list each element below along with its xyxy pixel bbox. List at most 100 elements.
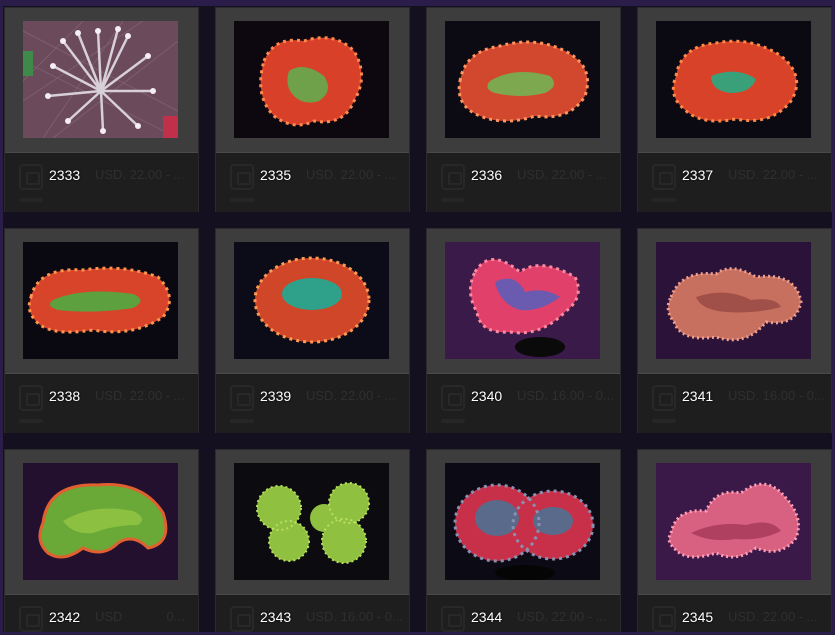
divider [652,419,676,423]
cart-icon[interactable] [652,164,676,190]
cart-icon[interactable] [652,385,676,411]
product-photo[interactable] [234,242,389,359]
lot-number: 2343 [260,609,292,625]
card-info: 2333 USD. 22.00 - ... [5,154,198,212]
divider [230,419,254,423]
product-card[interactable]: 2343 USD. 16.00 - 0... [215,449,410,635]
cart-icon[interactable] [230,164,254,190]
divider [230,198,254,202]
card-info: 2344 USD. 22.00 - ... [427,596,620,635]
thumbnail-frame [638,229,831,374]
torch-coral-photo [23,21,178,138]
cart-icon[interactable] [19,606,43,632]
lot-number: 2338 [49,388,81,404]
product-photo[interactable] [23,463,178,580]
price-label: USD. 16.00 - 0... [728,388,825,403]
product-card[interactable]: 2337 USD. 22.00 - ... [637,7,832,212]
thumbnail-frame [427,229,620,374]
lot-number: 2341 [682,388,714,404]
price-label: USD. 22.00 - ... [517,167,607,182]
product-photo[interactable] [656,242,811,359]
product-photo[interactable] [656,463,811,580]
product-photo[interactable] [234,21,389,138]
product-photo[interactable] [23,242,178,359]
rainbow-brain-coral-photo [445,463,600,580]
cart-icon[interactable] [19,385,43,411]
cart-icon[interactable] [230,606,254,632]
lot-number: 2340 [471,388,503,404]
thumbnail-frame [216,229,409,374]
card-info: 2337 USD. 22.00 - ... [638,154,831,212]
price-label: USD. 22.00 - ... [95,167,185,182]
price-label: USD. 22.00 - ... [728,167,818,182]
lot-number: 2333 [49,167,81,183]
product-photo[interactable] [656,21,811,138]
thumbnail-frame [5,8,198,153]
cart-icon[interactable] [19,164,43,190]
price-label: USD. 16.00 - 0... [306,609,403,624]
lot-number: 2339 [260,388,292,404]
red-brain-coral-photo [445,21,600,138]
cart-icon[interactable] [441,385,465,411]
card-info: 2345 USD. 22.00 - ... [638,596,831,635]
thumbnail-frame [5,229,198,374]
product-card[interactable]: 2333 USD. 22.00 - ... [4,7,199,212]
lot-number: 2344 [471,609,503,625]
green-brain-coral-photo [23,463,178,580]
divider [19,198,43,202]
thumbnail-frame [638,450,831,595]
product-card[interactable]: 2341 USD. 16.00 - 0... [637,228,832,433]
product-photo[interactable] [445,463,600,580]
card-info: 2342 USD 0... [5,596,198,635]
card-info: 2339 USD. 22.00 - ... [216,375,409,433]
price-label: USD. 22.00 - ... [306,388,396,403]
product-card[interactable]: 2342 USD 0... [4,449,199,635]
price-label: USD. 22.00 - ... [517,609,607,624]
thumbnail-frame [216,450,409,595]
product-card[interactable]: 2338 USD. 22.00 - ... [4,228,199,433]
lot-number: 2336 [471,167,503,183]
product-photo[interactable] [23,21,178,138]
red-brain-coral-photo [234,21,389,138]
product-photo[interactable] [234,463,389,580]
divider [441,198,465,202]
thumbnail-frame [427,8,620,153]
card-info: 2340 USD. 16.00 - 0... [427,375,620,433]
thumbnail-frame [427,450,620,595]
divider [19,419,43,423]
divider [441,419,465,423]
product-card[interactable]: 2340 USD. 16.00 - 0... [426,228,621,433]
product-photo[interactable] [445,21,600,138]
cart-icon[interactable] [230,385,254,411]
green-brain-coral-photo [234,463,389,580]
lot-number: 2342 [49,609,81,625]
price-label: USD. 22.00 - ... [95,388,185,403]
cart-icon[interactable] [652,606,676,632]
pink-brain-coral-photo [656,463,811,580]
product-card[interactable]: 2344 USD. 22.00 - ... [426,449,621,635]
red-brain-coral-photo [656,21,811,138]
thumbnail-frame [216,8,409,153]
coral-gallery-grid: 2333 USD. 22.00 - ... 2335 USD. 22.00 - … [4,7,832,635]
product-card[interactable]: 2336 USD. 22.00 - ... [426,7,621,212]
cart-icon[interactable] [441,164,465,190]
product-card[interactable]: 2335 USD. 22.00 - ... [215,7,410,212]
red-teal-brain-coral-photo [234,242,389,359]
lot-number: 2335 [260,167,292,183]
product-card[interactable]: 2339 USD. 22.00 - ... [215,228,410,433]
red-green-brain-coral-photo [23,242,178,359]
lot-number: 2345 [682,609,714,625]
price-label: USD. 22.00 - ... [728,609,818,624]
pink-brain-coral-photo [445,242,600,359]
card-info: 2341 USD. 16.00 - 0... [638,375,831,433]
pink-brain-coral-photo [656,242,811,359]
card-info: 2336 USD. 22.00 - ... [427,154,620,212]
divider [652,198,676,202]
cart-icon[interactable] [441,606,465,632]
thumbnail-frame [5,450,198,595]
price-label: USD 0... [95,609,185,624]
lot-number: 2337 [682,167,714,183]
product-photo[interactable] [445,242,600,359]
product-card[interactable]: 2345 USD. 22.00 - ... [637,449,832,635]
card-info: 2338 USD. 22.00 - ... [5,375,198,433]
